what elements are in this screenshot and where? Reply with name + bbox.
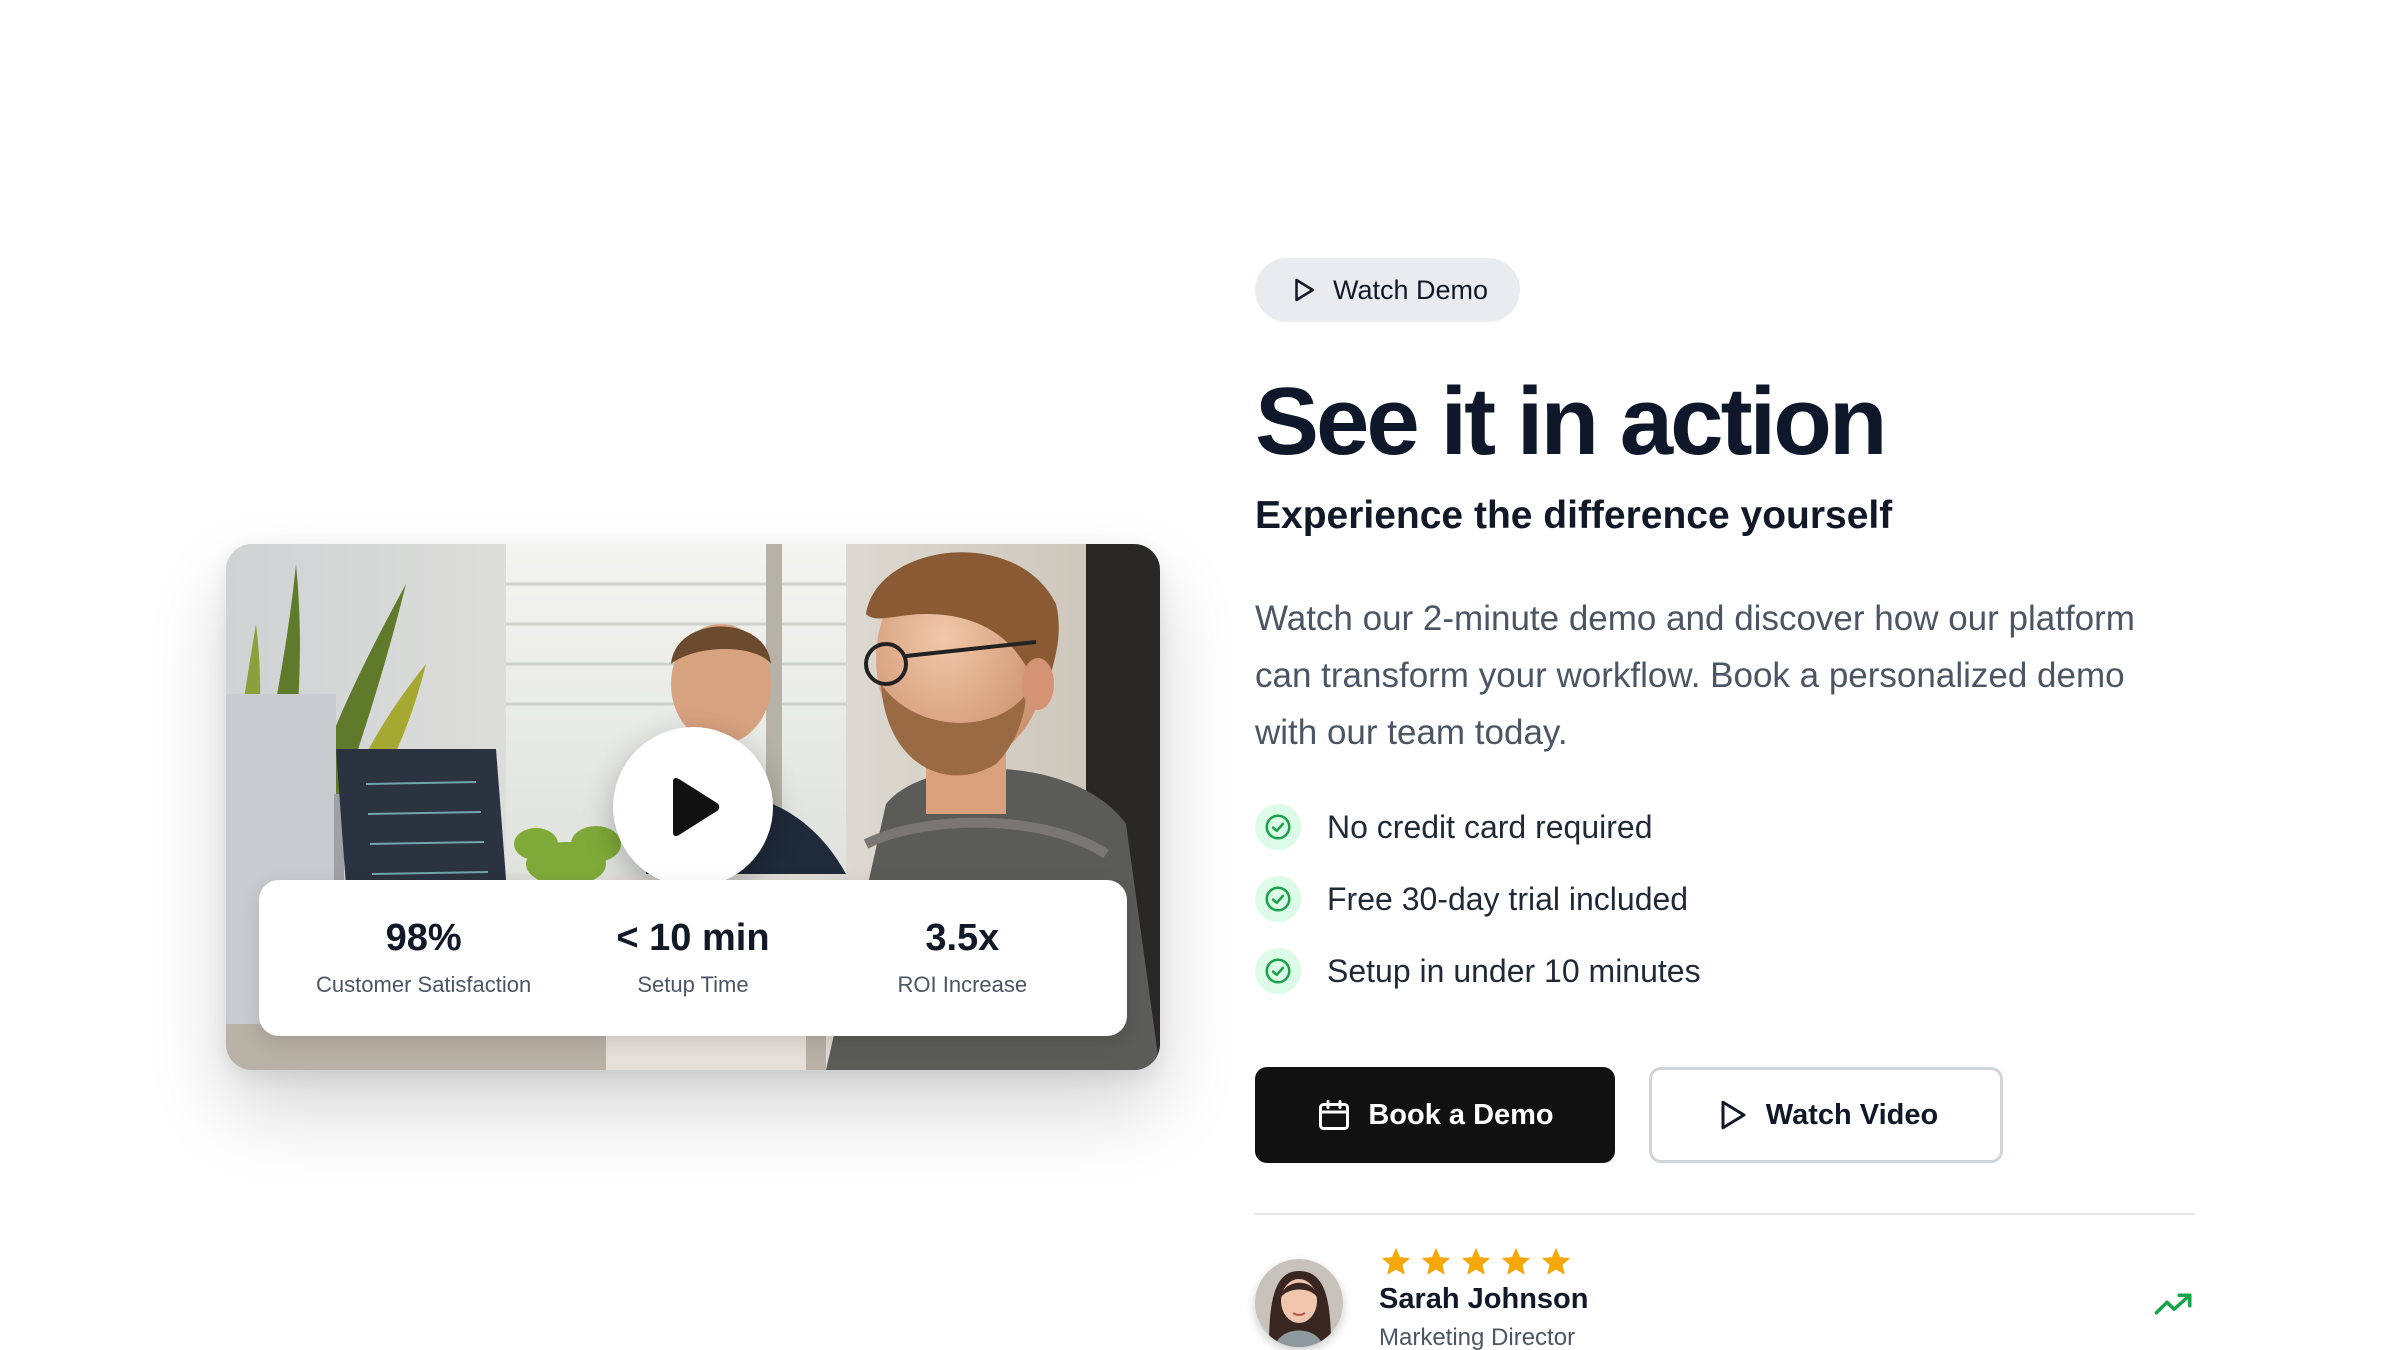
demo-video-card[interactable]: 98% Customer Satisfaction < 10 min Setup… — [226, 544, 1160, 1070]
section-divider — [1255, 1213, 2195, 1215]
stat-value: 3.5x — [925, 917, 1000, 960]
testimonial-role: Marketing Director — [1379, 1324, 1576, 1350]
testimonial-info: Sarah Johnson Marketing Director — [1379, 1245, 1589, 1350]
feature-text: Setup in under 10 minutes — [1327, 952, 1701, 989]
check-circle-icon — [1255, 876, 1301, 922]
play-icon — [1295, 278, 1314, 302]
book-demo-label: Book a Demo — [1368, 1098, 1554, 1131]
stats-panel: 98% Customer Satisfaction < 10 min Setup… — [259, 880, 1127, 1036]
feature-item: Setup in under 10 minutes — [1255, 935, 2195, 1007]
stat-value: < 10 min — [616, 917, 770, 960]
stat-satisfaction: 98% Customer Satisfaction — [294, 917, 554, 998]
description-text: Watch our 2-minute demo and discover how… — [1255, 599, 2135, 752]
page-subtitle: Experience the difference yourself — [1255, 494, 1893, 537]
hero-content: Watch Demo See it in action Experience t… — [1255, 258, 2195, 1350]
check-circle-icon — [1255, 804, 1301, 850]
stat-setup-time: < 10 min Setup Time — [563, 917, 823, 998]
stat-label: Customer Satisfaction — [316, 971, 532, 997]
trending-up-icon — [2154, 1293, 2192, 1315]
badge-label: Watch Demo — [1333, 274, 1489, 305]
testimonial: Sarah Johnson Marketing Director — [1255, 1245, 2195, 1350]
star-icon — [1541, 1247, 1571, 1275]
calendar-icon — [1319, 1100, 1350, 1130]
feature-item: No credit card required — [1255, 791, 2195, 863]
testimonial-name: Sarah Johnson — [1379, 1283, 1589, 1315]
star-icon — [1461, 1247, 1491, 1275]
check-circle-icon — [1255, 948, 1301, 994]
cta-row: Book a Demo Watch Video — [1255, 1067, 2195, 1163]
watch-demo-badge[interactable]: Watch Demo — [1255, 258, 1521, 322]
avatar — [1255, 1259, 1343, 1347]
play-icon — [673, 777, 720, 837]
book-demo-button[interactable]: Book a Demo — [1255, 1067, 1615, 1163]
feature-list: No credit card required Free 30-day tria… — [1255, 791, 2195, 1007]
feature-item: Free 30-day trial included — [1255, 863, 2195, 935]
watch-video-button[interactable]: Watch Video — [1649, 1067, 2003, 1163]
star-icon — [1421, 1247, 1451, 1275]
video-play-button[interactable] — [613, 727, 773, 887]
stat-label: ROI Increase — [897, 971, 1028, 997]
feature-text: Free 30-day trial included — [1327, 880, 1689, 917]
watch-video-label: Watch Video — [1765, 1098, 1939, 1131]
star-icon — [1381, 1247, 1411, 1275]
play-icon — [1721, 1100, 1746, 1130]
star-rating — [1379, 1245, 1589, 1279]
page-title: See it in action — [1255, 368, 1887, 475]
star-icon — [1501, 1247, 1531, 1275]
stat-value: 98% — [385, 917, 462, 960]
stat-label: Setup Time — [637, 971, 749, 997]
stat-roi: 3.5x ROI Increase — [832, 917, 1092, 998]
feature-text: No credit card required — [1327, 808, 1653, 845]
